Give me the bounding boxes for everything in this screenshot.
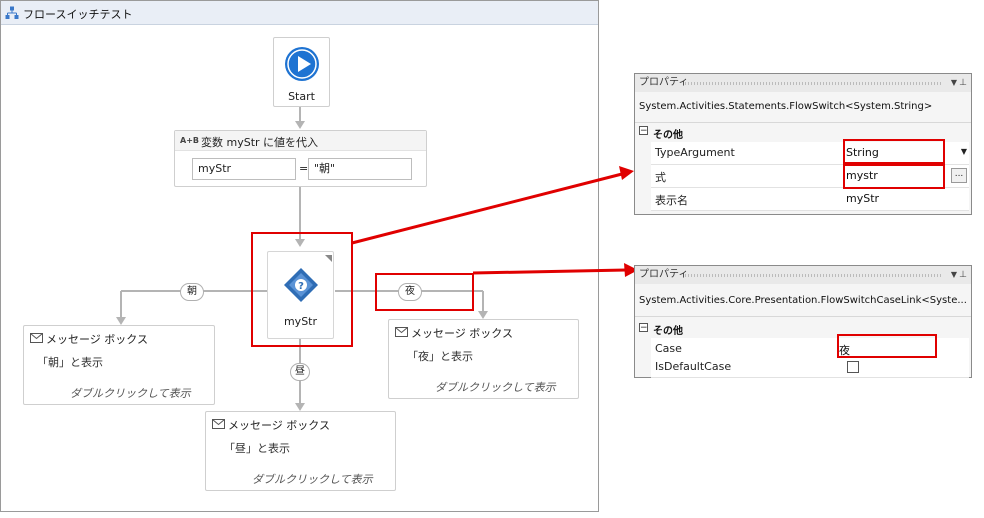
divider — [635, 316, 971, 317]
prop-name: IsDefaultCase — [655, 360, 732, 373]
dropdown-arrow-icon[interactable]: ▼ — [951, 74, 957, 92]
prop-value-input[interactable]: myStr — [846, 192, 879, 205]
header-grip — [685, 274, 941, 277]
prop-row-isdefaultcase[interactable]: IsDefaultCase — [651, 358, 969, 378]
prop-name: 式 — [655, 171, 666, 184]
prop-name: Case — [655, 342, 682, 355]
pin-icon[interactable]: ⊥ — [959, 266, 967, 284]
header-grip — [685, 82, 941, 85]
ellipsis-button[interactable]: ... — [951, 168, 967, 183]
properties-header: プロパティ ▼ ⊥ — [635, 266, 971, 284]
properties-type-name: System.Activities.Core.Presentation.Flow… — [639, 295, 967, 306]
properties-category: その他 — [653, 130, 683, 141]
dropdown-arrow-icon[interactable]: ▼ — [951, 266, 957, 284]
select-arrow-icon[interactable]: ▼ — [961, 147, 967, 156]
properties-header-title: プロパティ — [639, 77, 689, 88]
properties-panel-switch[interactable]: プロパティ ▼ ⊥ System.Activities.Statements.F… — [634, 73, 972, 215]
highlight-case — [837, 334, 937, 358]
prop-name: 表示名 — [655, 194, 688, 207]
properties-header-title: プロパティ — [639, 269, 689, 280]
prop-row-displayname[interactable]: 表示名 myStr — [651, 188, 969, 211]
properties-type-name: System.Activities.Statements.FlowSwitch<… — [639, 101, 933, 112]
collapse-icon[interactable]: − — [639, 323, 648, 333]
pin-icon[interactable]: ⊥ — [959, 74, 967, 92]
properties-header: プロパティ ▼ ⊥ — [635, 74, 971, 92]
properties-panel-case[interactable]: プロパティ ▼ ⊥ System.Activities.Core.Present… — [634, 265, 972, 378]
isdefaultcase-checkbox[interactable] — [847, 361, 859, 373]
properties-category: その他 — [653, 326, 683, 337]
collapse-icon[interactable]: − — [639, 126, 648, 136]
divider — [635, 122, 971, 123]
prop-name: TypeArgument — [655, 146, 735, 159]
highlight-expression — [843, 164, 945, 189]
highlight-typeargument — [843, 139, 945, 164]
